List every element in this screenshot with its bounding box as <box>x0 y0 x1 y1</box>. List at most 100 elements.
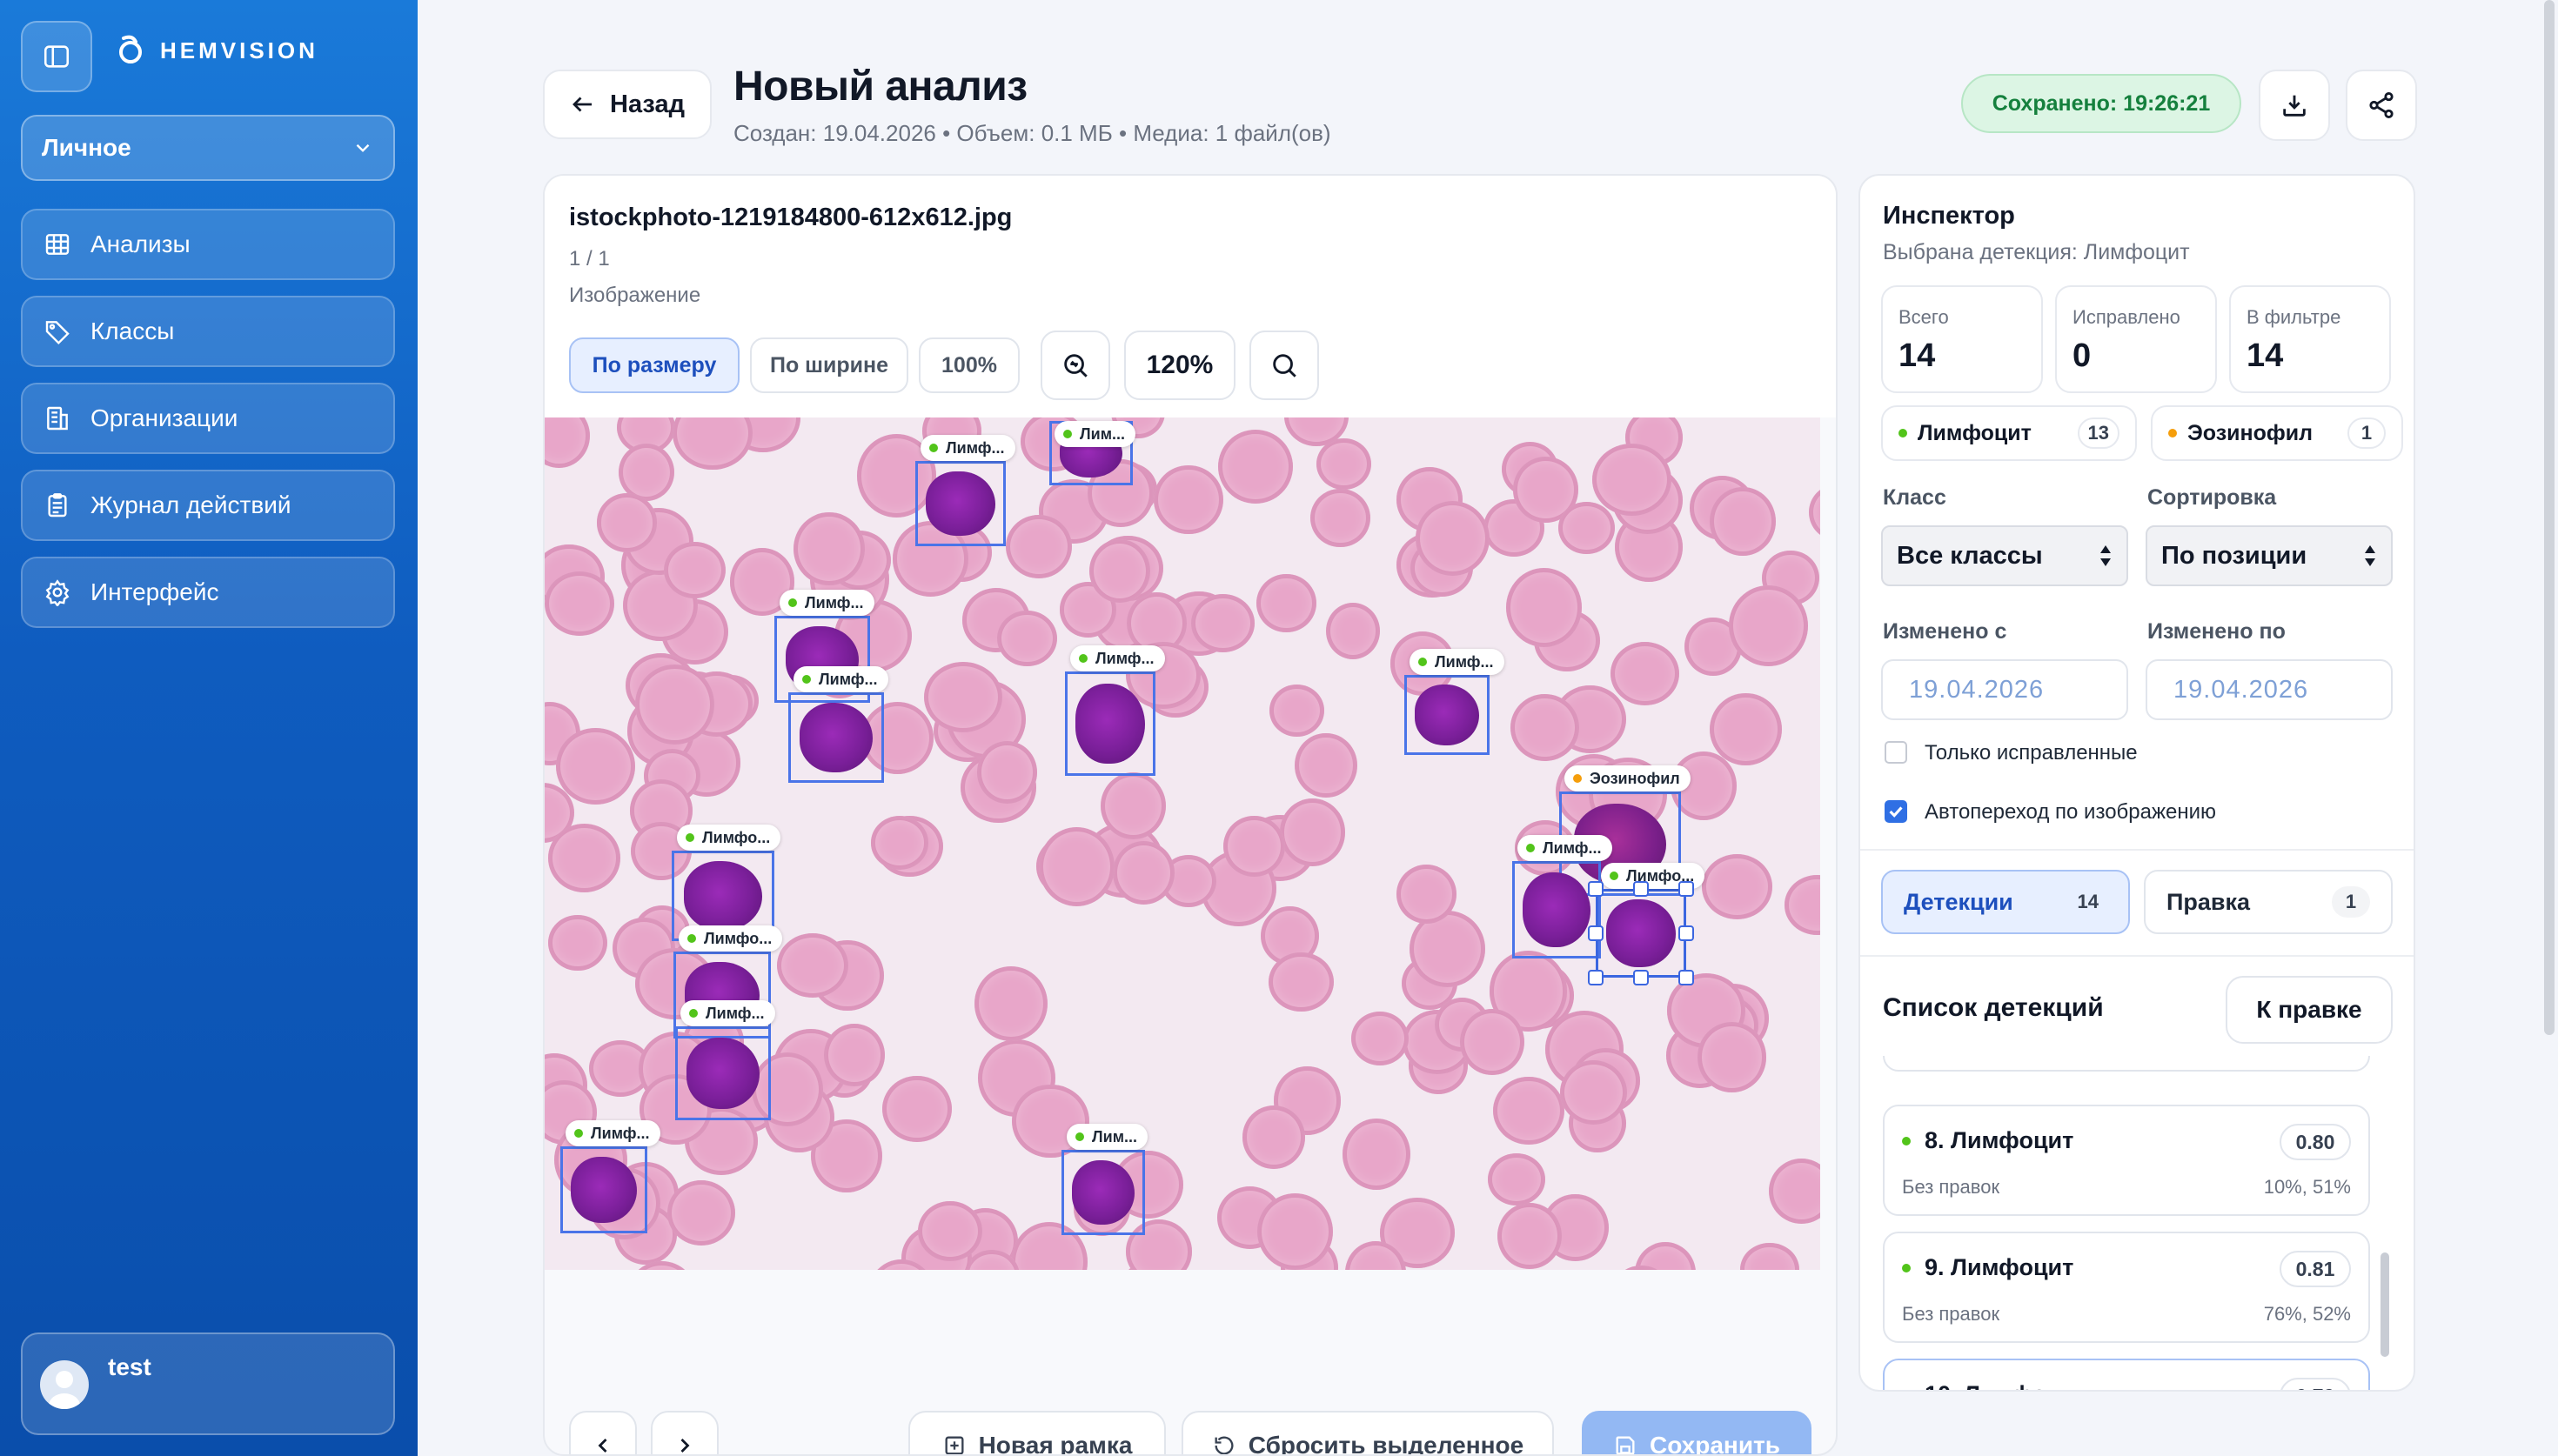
detection-box[interactable] <box>560 1146 647 1233</box>
class-filter-select[interactable]: Все классы <box>1881 525 2128 586</box>
to-edit-button[interactable]: К правке <box>2226 976 2393 1044</box>
changed-to-date-input[interactable]: 19.04.2026 <box>2146 659 2393 720</box>
divider <box>1860 849 2414 851</box>
detection-label[interactable]: Лимф... <box>794 666 888 692</box>
stat-value: 14 <box>1898 337 1936 374</box>
zoom-width-button[interactable]: По ширине <box>750 337 908 393</box>
red-blood-cell <box>1560 1059 1628 1125</box>
selected-detection-box[interactable] <box>1596 889 1686 978</box>
list-item-selected[interactable]: 10. Лимфоцит 0.79 <box>1883 1359 2370 1390</box>
detection-box[interactable] <box>1065 671 1155 776</box>
share-button[interactable] <box>2346 70 2417 141</box>
back-button[interactable]: Назад <box>543 70 712 139</box>
changed-from-date-input[interactable]: 19.04.2026 <box>1881 659 2128 720</box>
sidebar-toggle-button[interactable] <box>21 21 92 92</box>
detection-label[interactable]: Лимф... <box>566 1120 660 1146</box>
list-item[interactable]: 8. Лимфоцит 0.80 Без правок 10%, 51% <box>1883 1105 2370 1216</box>
next-image-button[interactable] <box>651 1411 719 1454</box>
stat-label: В фильтре <box>2247 306 2341 328</box>
only-corrected-checkbox[interactable] <box>1885 741 1907 764</box>
detection-label[interactable]: Лим... <box>1067 1124 1148 1150</box>
detection-list[interactable]: 8. Лимфоцит 0.80 Без правок 10%, 51% 9. … <box>1883 1056 2370 1390</box>
new-box-button[interactable]: Новая рамка <box>908 1411 1166 1454</box>
zoom-fit-button[interactable]: По размеру <box>569 337 740 393</box>
sidebar-item-activity-log[interactable]: Журнал действий <box>21 470 395 541</box>
resize-handle[interactable] <box>1678 925 1694 941</box>
class-chip-lymphocyte[interactable]: Лимфоцит 13 <box>1881 405 2137 461</box>
detection-box[interactable] <box>675 1026 771 1120</box>
tab-edits[interactable]: Правка 1 <box>2144 870 2393 934</box>
resize-handle[interactable] <box>1633 881 1649 897</box>
detection-label[interactable]: Лимфо... <box>679 925 783 952</box>
save-icon <box>1613 1433 1637 1454</box>
red-blood-cell <box>547 823 621 893</box>
resize-handle[interactable] <box>1633 970 1649 985</box>
table-icon <box>44 230 71 258</box>
zoom-out-button[interactable] <box>1041 331 1110 400</box>
red-blood-cell <box>545 571 615 637</box>
workspace-select[interactable]: Личное <box>21 115 395 181</box>
prev-image-button[interactable] <box>569 1411 637 1454</box>
detection-edit-status: Без правок <box>1902 1303 2000 1325</box>
detection-label[interactable]: Лимф... <box>921 435 1015 461</box>
detection-label[interactable]: Эозинофил <box>1564 765 1691 791</box>
list-item[interactable] <box>1883 1056 2370 1072</box>
red-blood-cell <box>1100 772 1166 840</box>
list-item[interactable]: 9. Лимфоцит 0.81 Без правок 76%, 52% <box>1883 1232 2370 1343</box>
zoom-in-button[interactable] <box>1249 331 1319 400</box>
search-icon <box>1269 351 1299 380</box>
detection-label[interactable]: Лимф... <box>1410 649 1504 675</box>
zoom-100-button[interactable]: 100% <box>919 337 1020 393</box>
download-button[interactable] <box>2259 70 2330 141</box>
red-blood-cell <box>1591 443 1671 517</box>
blood-smear-image[interactable]: Лимф... Лим... Лимф... Лимф... Лимф... Лимф..… <box>545 417 1820 1270</box>
resize-handle[interactable] <box>1588 925 1604 941</box>
detection-box[interactable] <box>1404 675 1490 755</box>
resize-handle[interactable] <box>1588 970 1604 985</box>
reset-selection-button[interactable]: Сбросить выделенное <box>1182 1411 1554 1454</box>
resize-handle[interactable] <box>1678 881 1694 897</box>
red-blood-cell <box>1610 642 1679 706</box>
detection-label[interactable]: Лимф... <box>1070 645 1165 671</box>
red-blood-cell <box>1316 438 1371 491</box>
detection-label-text: Лимф... <box>1095 649 1155 667</box>
class-chip-label: Эозинофил <box>2187 420 2314 445</box>
detection-box[interactable] <box>915 461 1006 546</box>
sidebar-item-organizations[interactable]: Организации <box>21 383 395 454</box>
sidebar-item-classes[interactable]: Классы <box>21 296 395 367</box>
detection-label[interactable]: Лимф... <box>780 590 874 616</box>
chevron-down-icon <box>352 137 374 159</box>
detection-box[interactable] <box>788 692 884 783</box>
class-color-dot <box>1063 430 1072 438</box>
auto-jump-checkbox[interactable] <box>1885 800 1907 823</box>
red-blood-cell <box>1488 1153 1546 1206</box>
class-chip-count: 13 <box>2077 417 2119 449</box>
tab-detections[interactable]: Детекции 14 <box>1881 870 2130 934</box>
updown-arrow-icon <box>2363 543 2377 569</box>
plus-square-icon <box>942 1433 967 1454</box>
sidebar: HEMVISION Личное Анализы Классы Организа… <box>0 0 418 1456</box>
red-blood-cell <box>673 417 753 471</box>
detection-label[interactable]: Лим... <box>1055 421 1136 447</box>
resize-handle[interactable] <box>1678 970 1694 985</box>
red-blood-cell <box>794 511 866 585</box>
detection-box[interactable] <box>1512 861 1601 958</box>
brand-logo[interactable]: HEMVISION <box>113 33 318 68</box>
class-chip-eosinophil[interactable]: Эозинофил 1 <box>2151 405 2403 461</box>
user-profile[interactable]: test <box>21 1332 395 1435</box>
detection-box[interactable] <box>1061 1150 1145 1235</box>
save-button[interactable]: Сохранить <box>1582 1411 1811 1454</box>
viewer-header: istockphoto-1219184800-612x612.jpg 1 / 1… <box>545 176 1836 417</box>
resize-handle[interactable] <box>1588 881 1604 897</box>
detection-list-scrollbar[interactable] <box>2381 1252 2389 1357</box>
red-blood-cell <box>1710 692 1782 766</box>
sidebar-item-interface[interactable]: Интерфейс <box>21 557 395 628</box>
sidebar-item-label: Классы <box>90 317 175 344</box>
building-icon <box>44 404 71 432</box>
detection-label[interactable]: Лимфо... <box>677 825 781 851</box>
sort-select[interactable]: По позиции <box>2146 525 2393 586</box>
detection-label[interactable]: Лимф... <box>1517 835 1612 861</box>
sidebar-item-analyses[interactable]: Анализы <box>21 209 395 280</box>
detection-label[interactable]: Лимф... <box>680 1000 775 1026</box>
page-scrollbar[interactable] <box>2544 0 2555 1035</box>
